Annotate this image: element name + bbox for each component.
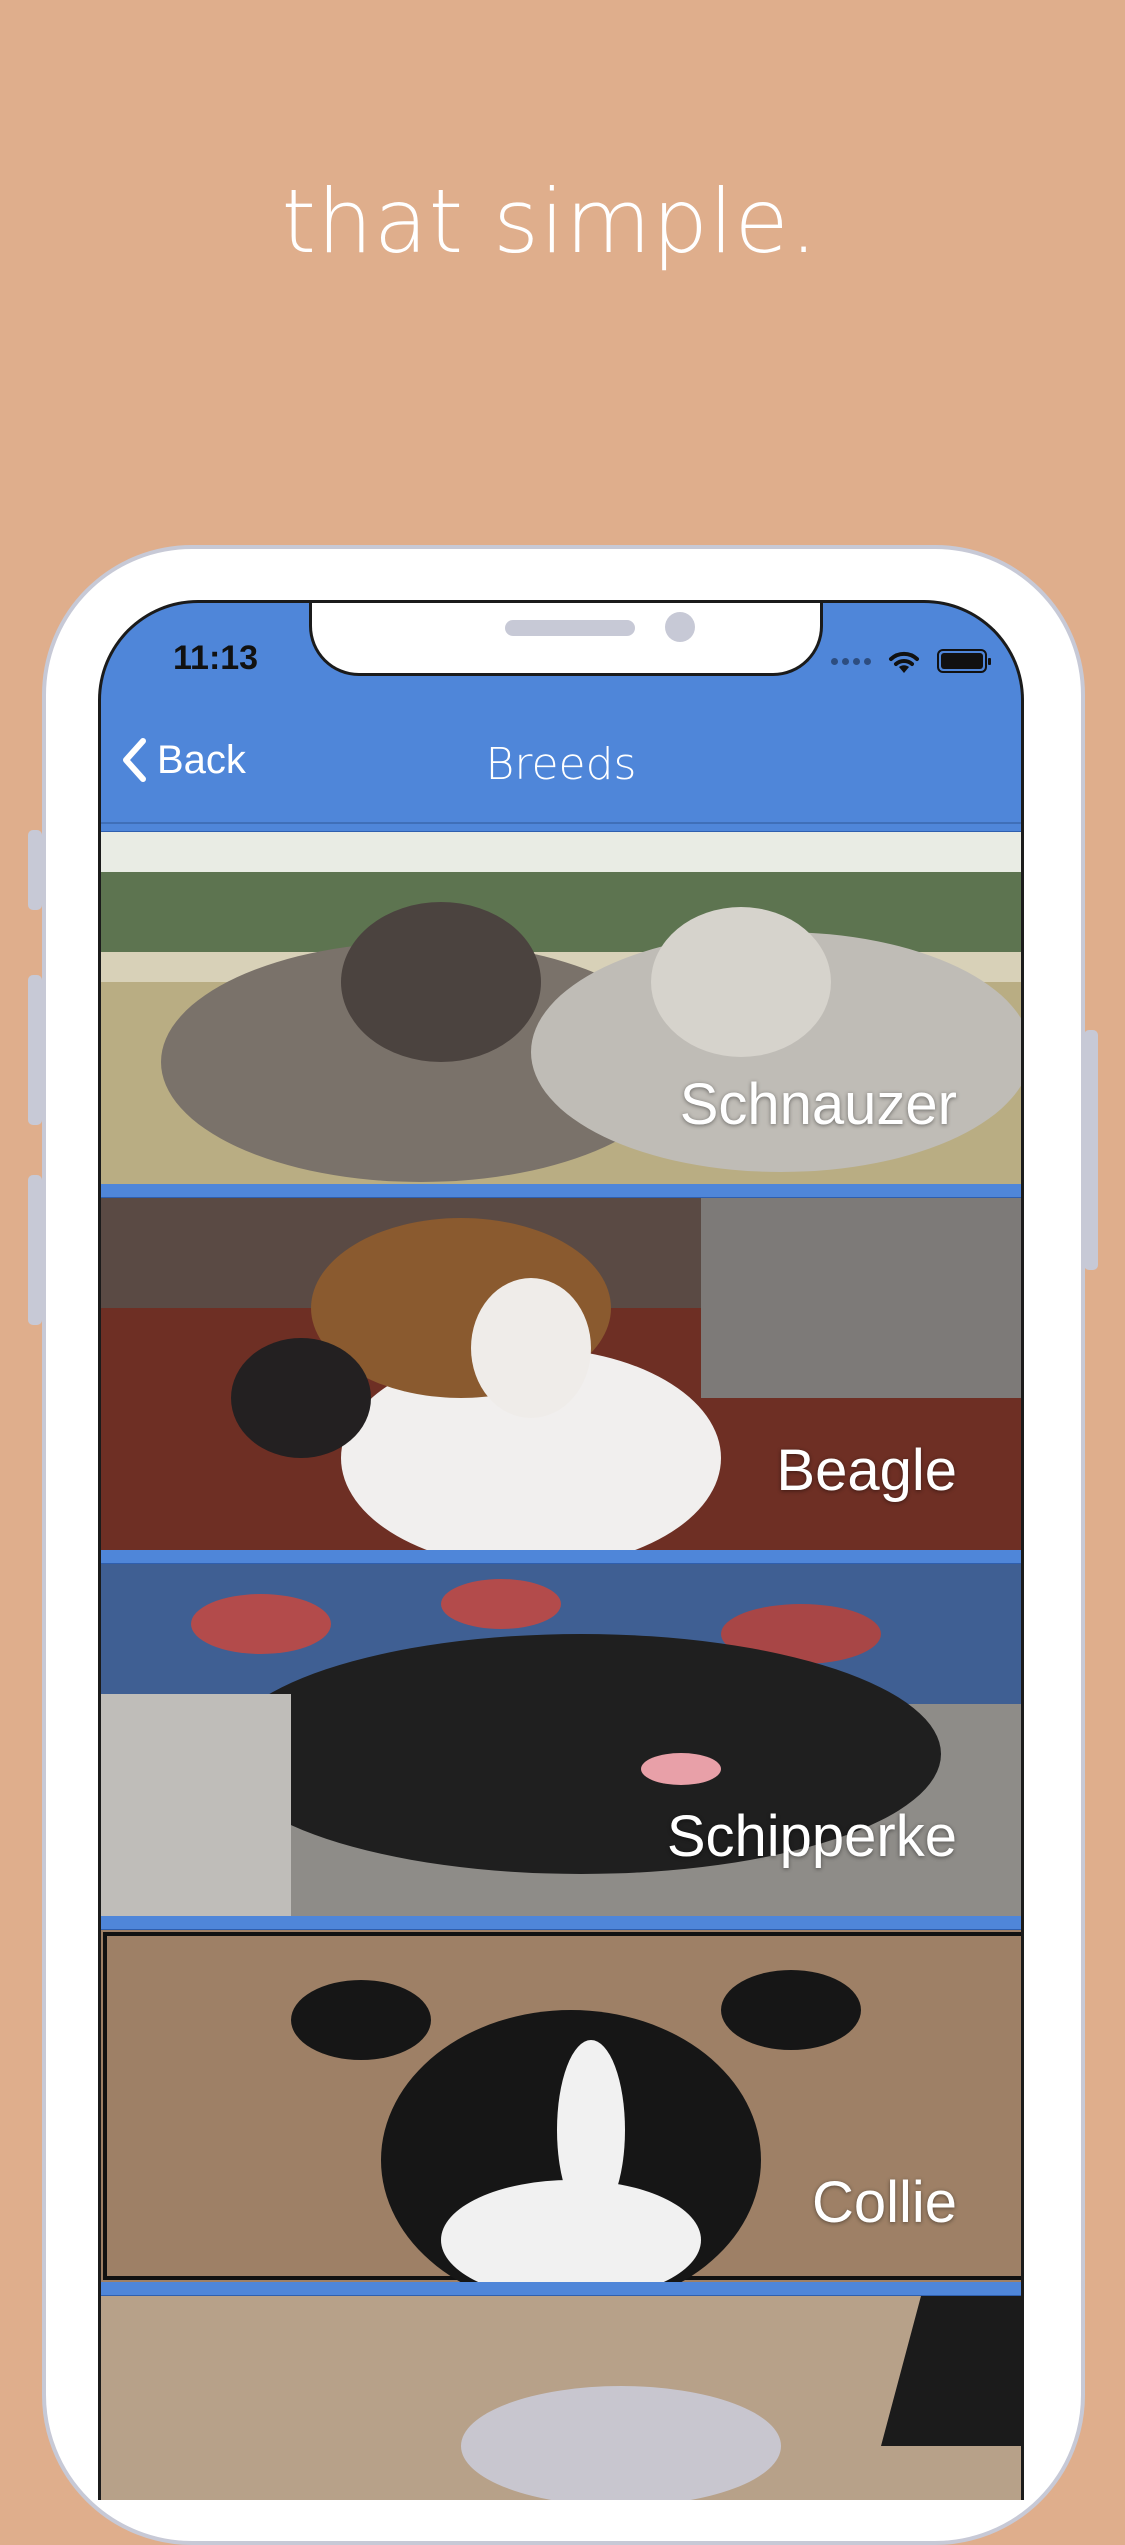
phone-volume-up-button (28, 975, 42, 1125)
breed-card-partial[interactable] (101, 2295, 1021, 2500)
breed-name: Beagle (776, 1438, 957, 1503)
marketing-tagline: that simple. (281, 170, 819, 273)
phone-power-button (1084, 1030, 1098, 1270)
status-icons (831, 647, 991, 675)
front-camera (665, 612, 695, 642)
breed-card-beagle[interactable]: Beagle (101, 1197, 1021, 1550)
nav-divider (101, 822, 1021, 824)
breed-photo-partial (101, 2296, 1021, 2500)
phone-volume-down-button (28, 1175, 42, 1325)
navigation-bar: Back Breeds (101, 703, 1021, 823)
breed-name: Schipperke (666, 1804, 957, 1869)
page-title: Breeds (485, 739, 637, 790)
breed-name: Schnauzer (679, 1072, 957, 1137)
phone-side-button (28, 830, 42, 910)
breed-card-collie[interactable]: Collie (101, 1929, 1021, 2282)
battery-icon (937, 649, 991, 673)
speaker-grille (505, 620, 635, 636)
breed-list[interactable]: Schnauzer Beagle Schipperke Collie (101, 831, 1021, 2500)
app-screen: 11:13 Back Breeds Schnauzer Beagle Schip… (98, 600, 1024, 2500)
breed-name: Collie (811, 2170, 957, 2235)
breed-card-schnauzer[interactable]: Schnauzer (101, 831, 1021, 1184)
cellular-signal-icon (831, 657, 871, 665)
breed-card-schipperke[interactable]: Schipperke (101, 1563, 1021, 1916)
device-notch (309, 603, 823, 676)
wifi-icon (889, 651, 919, 673)
status-time: 11:13 (173, 639, 259, 677)
